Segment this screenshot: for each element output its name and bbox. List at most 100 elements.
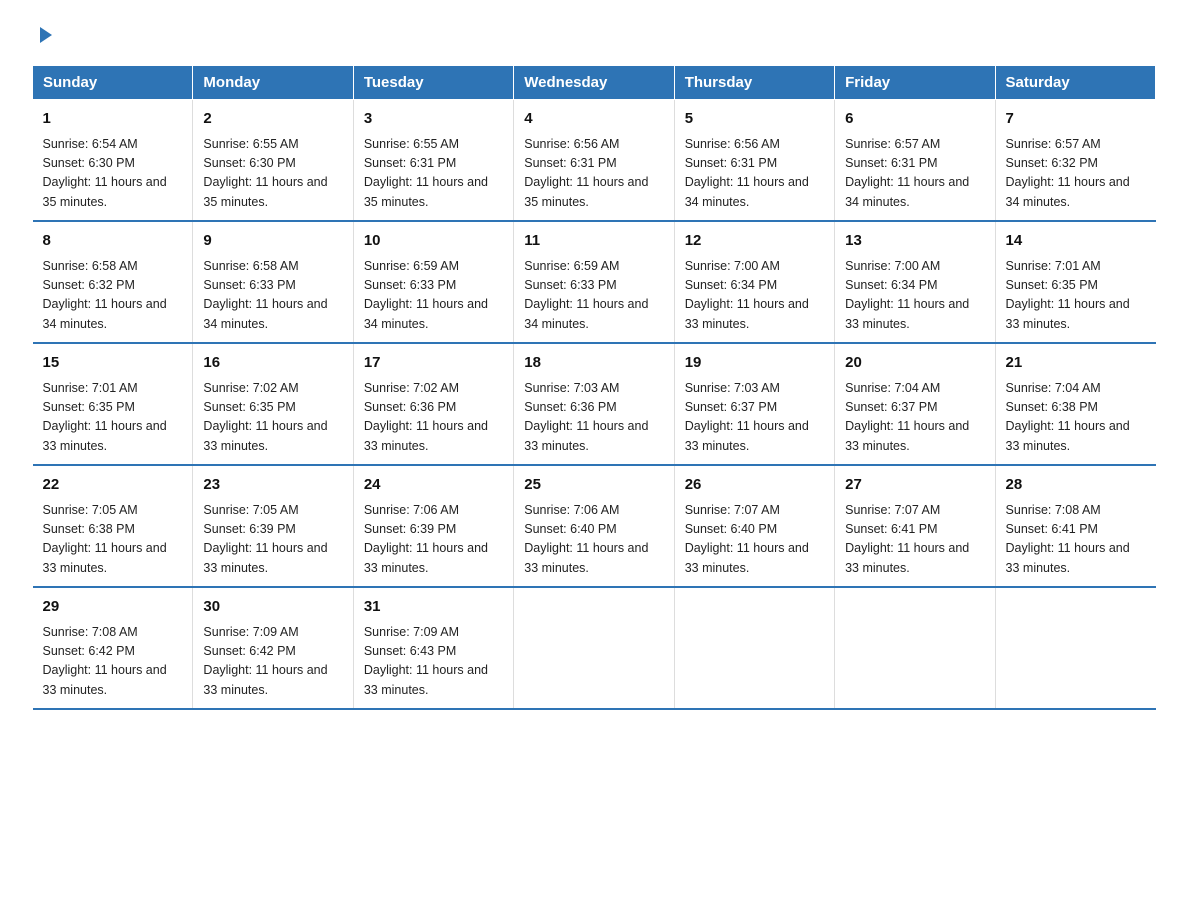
day-number: 12: [685, 230, 824, 253]
day-number: 11: [524, 230, 663, 253]
day-number: 16: [203, 352, 342, 375]
calendar-cell: 5 Sunrise: 6:56 AMSunset: 6:31 PMDayligh…: [674, 100, 834, 222]
day-info: Sunrise: 7:04 AMSunset: 6:37 PMDaylight:…: [845, 379, 984, 457]
calendar-cell: 12 Sunrise: 7:00 AMSunset: 6:34 PMDaylig…: [674, 221, 834, 343]
day-number: 6: [845, 108, 984, 131]
day-number: 23: [203, 474, 342, 497]
day-number: 15: [43, 352, 183, 375]
calendar-cell: 22 Sunrise: 7:05 AMSunset: 6:38 PMDaylig…: [33, 465, 193, 587]
calendar-cell: 9 Sunrise: 6:58 AMSunset: 6:33 PMDayligh…: [193, 221, 353, 343]
day-number: 21: [1006, 352, 1146, 375]
day-info: Sunrise: 7:03 AMSunset: 6:36 PMDaylight:…: [524, 379, 663, 457]
day-info: Sunrise: 7:05 AMSunset: 6:38 PMDaylight:…: [43, 501, 183, 579]
calendar-cell: 14 Sunrise: 7:01 AMSunset: 6:35 PMDaylig…: [995, 221, 1155, 343]
day-number: 25: [524, 474, 663, 497]
day-info: Sunrise: 7:08 AMSunset: 6:42 PMDaylight:…: [43, 623, 183, 701]
calendar-cell: 17 Sunrise: 7:02 AMSunset: 6:36 PMDaylig…: [353, 343, 513, 465]
day-info: Sunrise: 6:54 AMSunset: 6:30 PMDaylight:…: [43, 135, 183, 213]
week-row-4: 22 Sunrise: 7:05 AMSunset: 6:38 PMDaylig…: [33, 465, 1156, 587]
day-info: Sunrise: 7:00 AMSunset: 6:34 PMDaylight:…: [845, 257, 984, 335]
calendar-cell: 7 Sunrise: 6:57 AMSunset: 6:32 PMDayligh…: [995, 100, 1155, 222]
day-number: 24: [364, 474, 503, 497]
calendar-cell: 16 Sunrise: 7:02 AMSunset: 6:35 PMDaylig…: [193, 343, 353, 465]
day-info: Sunrise: 7:03 AMSunset: 6:37 PMDaylight:…: [685, 379, 824, 457]
calendar-cell: 25 Sunrise: 7:06 AMSunset: 6:40 PMDaylig…: [514, 465, 674, 587]
day-number: 30: [203, 596, 342, 619]
day-number: 14: [1006, 230, 1146, 253]
calendar-cell: 15 Sunrise: 7:01 AMSunset: 6:35 PMDaylig…: [33, 343, 193, 465]
column-header-saturday: Saturday: [995, 66, 1155, 100]
day-info: Sunrise: 6:59 AMSunset: 6:33 PMDaylight:…: [364, 257, 503, 335]
day-info: Sunrise: 7:09 AMSunset: 6:42 PMDaylight:…: [203, 623, 342, 701]
calendar-cell: 4 Sunrise: 6:56 AMSunset: 6:31 PMDayligh…: [514, 100, 674, 222]
day-number: 13: [845, 230, 984, 253]
column-header-friday: Friday: [835, 66, 995, 100]
calendar-cell: [514, 587, 674, 709]
calendar-cell: 2 Sunrise: 6:55 AMSunset: 6:30 PMDayligh…: [193, 100, 353, 222]
column-header-sunday: Sunday: [33, 66, 193, 100]
calendar-cell: 31 Sunrise: 7:09 AMSunset: 6:43 PMDaylig…: [353, 587, 513, 709]
day-info: Sunrise: 7:00 AMSunset: 6:34 PMDaylight:…: [685, 257, 824, 335]
calendar-cell: [995, 587, 1155, 709]
day-info: Sunrise: 6:57 AMSunset: 6:31 PMDaylight:…: [845, 135, 984, 213]
day-number: 1: [43, 108, 183, 131]
day-info: Sunrise: 7:06 AMSunset: 6:39 PMDaylight:…: [364, 501, 503, 579]
day-info: Sunrise: 6:58 AMSunset: 6:33 PMDaylight:…: [203, 257, 342, 335]
day-info: Sunrise: 7:01 AMSunset: 6:35 PMDaylight:…: [43, 379, 183, 457]
page-header: [32, 24, 1156, 47]
day-info: Sunrise: 7:07 AMSunset: 6:40 PMDaylight:…: [685, 501, 824, 579]
week-row-1: 1 Sunrise: 6:54 AMSunset: 6:30 PMDayligh…: [33, 100, 1156, 222]
calendar-header: SundayMondayTuesdayWednesdayThursdayFrid…: [33, 66, 1156, 100]
day-info: Sunrise: 7:01 AMSunset: 6:35 PMDaylight:…: [1006, 257, 1146, 335]
day-info: Sunrise: 6:58 AMSunset: 6:32 PMDaylight:…: [43, 257, 183, 335]
day-number: 8: [43, 230, 183, 253]
calendar-cell: 3 Sunrise: 6:55 AMSunset: 6:31 PMDayligh…: [353, 100, 513, 222]
day-number: 19: [685, 352, 824, 375]
day-info: Sunrise: 7:05 AMSunset: 6:39 PMDaylight:…: [203, 501, 342, 579]
day-number: 22: [43, 474, 183, 497]
day-number: 26: [685, 474, 824, 497]
day-info: Sunrise: 6:56 AMSunset: 6:31 PMDaylight:…: [685, 135, 824, 213]
calendar-cell: 28 Sunrise: 7:08 AMSunset: 6:41 PMDaylig…: [995, 465, 1155, 587]
day-info: Sunrise: 6:59 AMSunset: 6:33 PMDaylight:…: [524, 257, 663, 335]
day-info: Sunrise: 6:55 AMSunset: 6:30 PMDaylight:…: [203, 135, 342, 213]
calendar-cell: 23 Sunrise: 7:05 AMSunset: 6:39 PMDaylig…: [193, 465, 353, 587]
day-number: 29: [43, 596, 183, 619]
calendar-table: SundayMondayTuesdayWednesdayThursdayFrid…: [32, 65, 1156, 710]
day-number: 17: [364, 352, 503, 375]
day-info: Sunrise: 6:57 AMSunset: 6:32 PMDaylight:…: [1006, 135, 1146, 213]
day-info: Sunrise: 7:07 AMSunset: 6:41 PMDaylight:…: [845, 501, 984, 579]
calendar-cell: 11 Sunrise: 6:59 AMSunset: 6:33 PMDaylig…: [514, 221, 674, 343]
week-row-5: 29 Sunrise: 7:08 AMSunset: 6:42 PMDaylig…: [33, 587, 1156, 709]
column-header-tuesday: Tuesday: [353, 66, 513, 100]
calendar-cell: 13 Sunrise: 7:00 AMSunset: 6:34 PMDaylig…: [835, 221, 995, 343]
calendar-cell: 30 Sunrise: 7:09 AMSunset: 6:42 PMDaylig…: [193, 587, 353, 709]
calendar-cell: 19 Sunrise: 7:03 AMSunset: 6:37 PMDaylig…: [674, 343, 834, 465]
calendar-cell: 8 Sunrise: 6:58 AMSunset: 6:32 PMDayligh…: [33, 221, 193, 343]
day-info: Sunrise: 6:56 AMSunset: 6:31 PMDaylight:…: [524, 135, 663, 213]
column-header-thursday: Thursday: [674, 66, 834, 100]
calendar-cell: 20 Sunrise: 7:04 AMSunset: 6:37 PMDaylig…: [835, 343, 995, 465]
week-row-2: 8 Sunrise: 6:58 AMSunset: 6:32 PMDayligh…: [33, 221, 1156, 343]
calendar-cell: 18 Sunrise: 7:03 AMSunset: 6:36 PMDaylig…: [514, 343, 674, 465]
day-number: 28: [1006, 474, 1146, 497]
calendar-cell: [835, 587, 995, 709]
calendar-cell: 27 Sunrise: 7:07 AMSunset: 6:41 PMDaylig…: [835, 465, 995, 587]
day-number: 7: [1006, 108, 1146, 131]
week-row-3: 15 Sunrise: 7:01 AMSunset: 6:35 PMDaylig…: [33, 343, 1156, 465]
calendar-cell: 6 Sunrise: 6:57 AMSunset: 6:31 PMDayligh…: [835, 100, 995, 222]
day-number: 2: [203, 108, 342, 131]
column-header-wednesday: Wednesday: [514, 66, 674, 100]
calendar-cell: 24 Sunrise: 7:06 AMSunset: 6:39 PMDaylig…: [353, 465, 513, 587]
day-number: 18: [524, 352, 663, 375]
day-info: Sunrise: 7:08 AMSunset: 6:41 PMDaylight:…: [1006, 501, 1146, 579]
day-info: Sunrise: 7:02 AMSunset: 6:35 PMDaylight:…: [203, 379, 342, 457]
day-info: Sunrise: 7:02 AMSunset: 6:36 PMDaylight:…: [364, 379, 503, 457]
day-number: 31: [364, 596, 503, 619]
day-info: Sunrise: 7:06 AMSunset: 6:40 PMDaylight:…: [524, 501, 663, 579]
header-row: SundayMondayTuesdayWednesdayThursdayFrid…: [33, 66, 1156, 100]
day-number: 9: [203, 230, 342, 253]
calendar-cell: 26 Sunrise: 7:07 AMSunset: 6:40 PMDaylig…: [674, 465, 834, 587]
logo-arrow-icon: [34, 24, 56, 51]
calendar-cell: 10 Sunrise: 6:59 AMSunset: 6:33 PMDaylig…: [353, 221, 513, 343]
